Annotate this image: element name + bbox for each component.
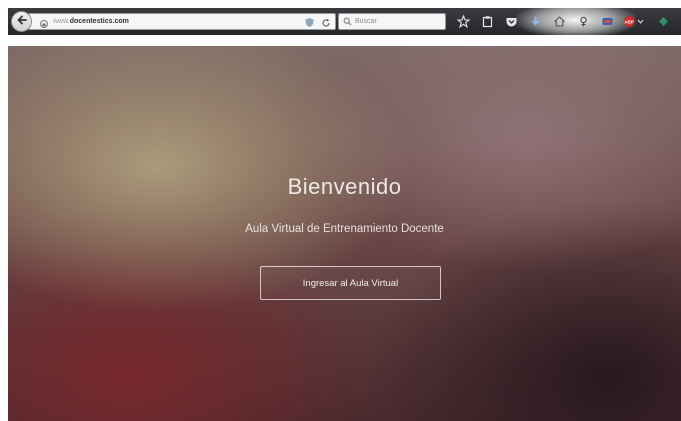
page-subtitle: Aula Virtual de Entrenamiento Docente — [245, 223, 444, 235]
back-button[interactable] — [11, 11, 32, 32]
reload-icon[interactable] — [321, 15, 331, 33]
download-icon[interactable] — [526, 12, 544, 30]
search-placeholder: Buscar — [355, 18, 377, 25]
url-bar[interactable]: www.docentestics.com — [28, 13, 336, 30]
clipboard-icon[interactable] — [478, 12, 496, 30]
search-field[interactable]: Buscar — [338, 13, 446, 30]
page-title: Bienvenido — [287, 174, 402, 199]
abp-icon[interactable]: ABP — [622, 12, 648, 30]
abp-label: ABP — [624, 19, 634, 24]
addon-icon[interactable] — [574, 12, 592, 30]
hero-section: Bienvenido Aula Virtual de Entrenamiento… — [8, 46, 681, 421]
shield-icon[interactable] — [304, 15, 315, 33]
search-icon — [343, 17, 352, 26]
home-icon[interactable] — [550, 12, 568, 30]
star-icon[interactable] — [454, 12, 472, 30]
toolbar-icons: ABP — [454, 12, 681, 30]
back-arrow-icon — [16, 13, 28, 31]
vpn-icon[interactable] — [598, 12, 616, 30]
url-prefix: www. — [53, 18, 70, 25]
url-text[interactable]: www.docentestics.com — [53, 18, 129, 25]
screenshot-frame: www.docentestics.com Buscar ABP Bienveni… — [0, 0, 681, 421]
browser-toolbar: www.docentestics.com Buscar ABP — [8, 2, 681, 38]
pocket-icon[interactable] — [502, 12, 520, 30]
enter-virtual-classroom-button[interactable]: Ingresar al Aula Virtual — [260, 266, 441, 300]
url-domain: docentestics.com — [69, 18, 129, 25]
page-top-strip — [8, 35, 681, 46]
extension-icon[interactable] — [654, 12, 672, 30]
identity-icon[interactable] — [39, 16, 49, 28]
